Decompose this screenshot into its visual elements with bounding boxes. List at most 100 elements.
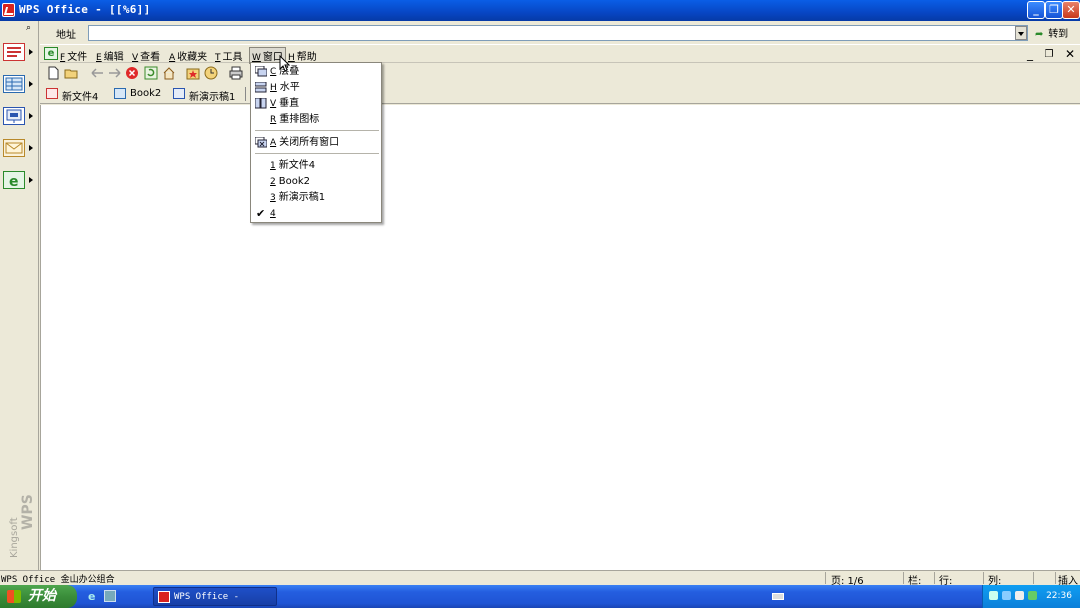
desktop-quicklaunch-icon[interactable] xyxy=(104,590,116,602)
spreadsheet-app-icon[interactable] xyxy=(3,75,25,93)
status-divider xyxy=(903,572,904,584)
menu-separator xyxy=(255,153,379,154)
mdi-minimize-icon[interactable]: _ xyxy=(1022,47,1038,62)
browser-small-icon[interactable]: e xyxy=(44,47,58,60)
presentation-app-icon[interactable] xyxy=(3,107,25,125)
wps-logo-icon xyxy=(2,3,15,17)
start-button[interactable]: 开始 xyxy=(0,585,77,608)
go-button[interactable]: ➦ 转到 xyxy=(1035,25,1068,40)
stop-icon[interactable] xyxy=(125,66,140,80)
spreadsheet-icon xyxy=(114,88,126,99)
system-tray: 22:36 xyxy=(982,585,1080,608)
clock: 22:36 xyxy=(1046,591,1072,601)
menu-separator xyxy=(255,130,379,131)
kingsoft-wps-brand: Kingsoft WPS xyxy=(9,494,34,558)
checkmark-icon: ✔ xyxy=(256,207,266,220)
tab-writer-doc[interactable]: 新文件4 xyxy=(44,86,99,103)
ie-quicklaunch-icon[interactable]: e xyxy=(88,590,100,603)
restore-icon: ❐ xyxy=(1049,3,1059,16)
minimize-button[interactable]: _ xyxy=(1027,1,1045,19)
writer-expand-arrow-icon[interactable] xyxy=(29,49,33,55)
tab-divider xyxy=(245,87,246,101)
menu-item-tile-vertical[interactable]: V 垂直 xyxy=(251,96,381,111)
title-bar[interactable]: WPS Office - [[%6]] _ ❐ ✕ xyxy=(0,0,1080,21)
menu-file[interactable]: F 文件 xyxy=(60,48,87,63)
tab-spreadsheet[interactable]: Book2 xyxy=(112,86,161,102)
document-area[interactable] xyxy=(40,105,1080,570)
forward-arrow-icon[interactable] xyxy=(107,66,122,80)
mail-app-icon[interactable] xyxy=(3,139,25,157)
status-divider xyxy=(983,572,984,584)
close-icon: ✕ xyxy=(1066,3,1076,16)
address-label: 地址 xyxy=(56,30,76,41)
mouse-cursor-icon xyxy=(279,55,290,72)
address-bar: 地址 ➦ 转到 xyxy=(40,22,1080,43)
print-icon[interactable] xyxy=(229,66,244,80)
menu-item-tile-horizontal[interactable]: H 水平 xyxy=(251,80,381,95)
toolbar xyxy=(40,64,1080,83)
spreadsheet-expand-arrow-icon[interactable] xyxy=(29,81,33,87)
close-all-windows-icon xyxy=(255,137,267,148)
address-dropdown-icon[interactable] xyxy=(1015,26,1027,40)
app-tray-icon[interactable] xyxy=(1028,591,1037,600)
menu-edit[interactable]: E 编辑 xyxy=(96,48,124,63)
document-tabs: 新文件4 Book2 新演示稿1 xyxy=(40,84,1080,104)
new-document-icon[interactable] xyxy=(46,66,61,80)
keyboard-icon[interactable] xyxy=(772,593,784,600)
writer-doc-icon xyxy=(46,88,58,99)
presentation-expand-arrow-icon[interactable] xyxy=(29,113,33,119)
history-icon[interactable] xyxy=(204,66,219,80)
status-bar: WPS Office 金山办公组合 页: 1/6 栏: 行: 列: 插入 xyxy=(0,570,1080,587)
menu-item-cascade[interactable]: C 层叠 xyxy=(251,64,381,79)
windows-flag-icon xyxy=(7,590,21,603)
tab-label: Book2 xyxy=(130,88,162,99)
status-divider xyxy=(1055,572,1056,584)
tab-presentation[interactable]: 新演示稿1 xyxy=(171,86,236,103)
kingsoft-brand-text: Kingsoft xyxy=(9,517,20,558)
status-app-name: WPS Office 金山办公组合 xyxy=(1,575,115,585)
menu-tools[interactable]: T 工具 xyxy=(215,48,243,63)
menu-item-window-1[interactable]: 1 新文件4 xyxy=(251,158,381,173)
browser-app-icon[interactable]: e xyxy=(3,171,25,190)
tab-label: 新演示稿1 xyxy=(189,92,236,103)
taskbar: 开始 e WPS Office - [[%5]] 22:36 xyxy=(0,585,1080,608)
favorites-icon[interactable] xyxy=(186,66,201,80)
svg-text:e: e xyxy=(9,174,19,188)
open-folder-icon[interactable] xyxy=(64,66,79,80)
taskbar-item-wps[interactable]: WPS Office - [[%5]] xyxy=(153,587,277,606)
writer-app-icon[interactable] xyxy=(3,43,25,61)
mail-expand-arrow-icon[interactable] xyxy=(29,145,33,151)
volume-tray-icon[interactable] xyxy=(1015,591,1024,600)
tile-horizontal-icon xyxy=(255,82,267,93)
presentation-icon xyxy=(173,88,185,99)
wps-brand-text: WPS xyxy=(20,494,34,530)
tile-vertical-icon xyxy=(255,98,267,109)
close-button[interactable]: ✕ xyxy=(1062,1,1080,19)
wps-task-icon xyxy=(158,591,170,603)
cascade-icon xyxy=(255,66,267,77)
magnifier-icon[interactable]: ⌕ xyxy=(26,23,31,33)
address-input[interactable] xyxy=(88,25,1028,41)
home-icon[interactable] xyxy=(162,66,177,80)
menu-favorites[interactable]: A 收藏夹 xyxy=(169,48,207,63)
refresh-icon[interactable] xyxy=(144,66,159,80)
browser-expand-arrow-icon[interactable] xyxy=(29,177,33,183)
menu-help[interactable]: H 帮助 xyxy=(288,48,317,63)
restore-button[interactable]: ❐ xyxy=(1045,1,1063,19)
menu-item-window-4[interactable]: ✔ 4 xyxy=(251,206,381,221)
tab-label: 新文件4 xyxy=(62,92,99,103)
network-tray-icon[interactable] xyxy=(989,591,998,600)
menu-item-window-2[interactable]: 2 Book2 xyxy=(251,174,381,189)
menu-item-window-3[interactable]: 3 新演示稿1 xyxy=(251,190,381,205)
back-arrow-icon[interactable] xyxy=(90,66,105,80)
menu-item-close-all[interactable]: A 关闭所有窗口 xyxy=(251,135,381,150)
menu-item-arrange-icons[interactable]: R 重排图标 xyxy=(251,112,381,127)
menu-view[interactable]: V 查看 xyxy=(132,48,160,63)
minimize-icon: _ xyxy=(1033,3,1039,16)
window-title: WPS Office - [[%6]] xyxy=(19,3,151,16)
mdi-close-icon[interactable]: ✕ xyxy=(1062,47,1078,62)
mdi-restore-icon[interactable]: ❐ xyxy=(1041,47,1057,62)
monitor-tray-icon[interactable] xyxy=(1002,591,1011,600)
menu-bar: e F 文件 E 编辑 V 查看 A 收藏夹 T 工具 W 窗口 H 帮助 _ ❐ ✕ xyxy=(40,44,1080,64)
status-divider xyxy=(825,572,826,584)
